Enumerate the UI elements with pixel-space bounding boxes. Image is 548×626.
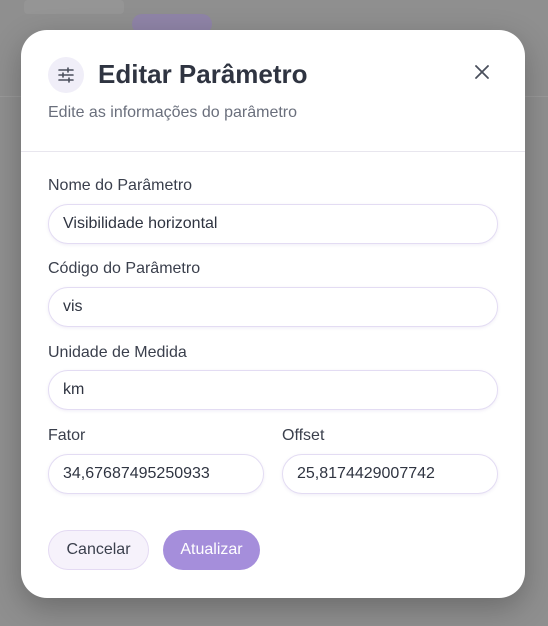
dialog-title: Editar Parâmetro [98, 59, 308, 89]
edit-parameter-dialog: Editar Parâmetro Edite as informações do… [21, 30, 525, 598]
unit-input[interactable] [48, 370, 498, 410]
factor-input[interactable] [48, 454, 264, 494]
cancel-button[interactable]: Cancelar [48, 530, 149, 570]
offset-label: Offset [282, 427, 325, 444]
close-icon [474, 64, 490, 83]
dialog-subtitle: Edite as informações do parâmetro [48, 104, 298, 121]
parameter-name-input[interactable] [48, 204, 498, 244]
background-page-title [24, 0, 124, 14]
update-button[interactable]: Atualizar [163, 530, 260, 570]
factor-label: Fator [48, 427, 86, 444]
parameter-code-label: Código do Parâmetro [48, 260, 201, 277]
sliders-icon [48, 57, 84, 93]
close-button[interactable] [469, 60, 495, 86]
parameter-name-label: Nome do Parâmetro [48, 177, 193, 194]
unit-label: Unidade de Medida [48, 344, 187, 361]
parameter-code-input[interactable] [48, 287, 498, 327]
offset-input[interactable] [282, 454, 498, 494]
dialog-header: Editar Parâmetro Edite as informações do… [21, 30, 525, 152]
